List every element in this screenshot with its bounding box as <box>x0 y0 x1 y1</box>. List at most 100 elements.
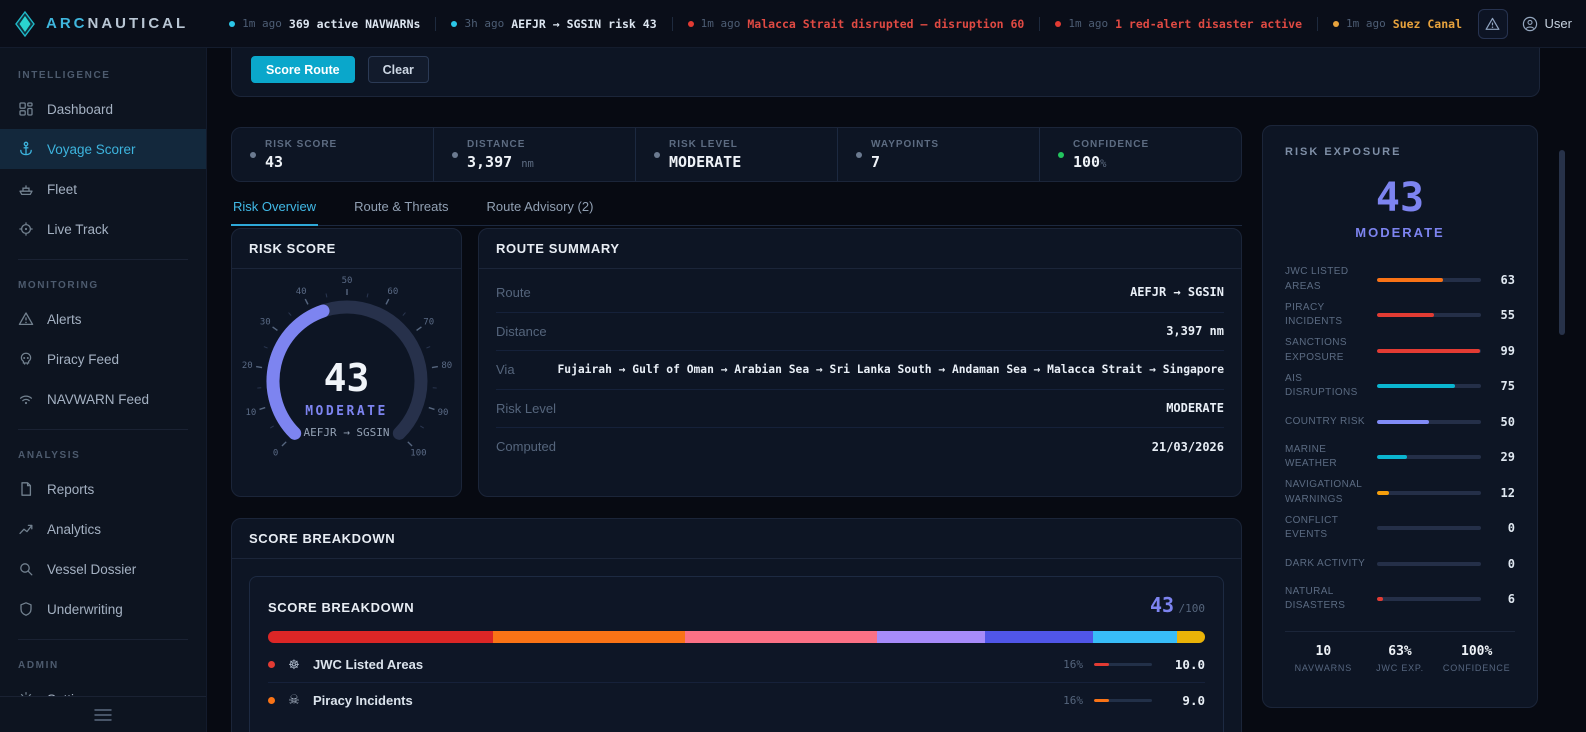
factor-row-disasters: NATURAL DISASTERS 6 <box>1285 582 1515 618</box>
sidebar-item-settings[interactable]: Settings <box>0 679 206 696</box>
row-value: Fujairah → Gulf of Oman → Arabian Sea → … <box>557 363 1224 377</box>
sidebar-item-label: Vessel Dossier <box>47 561 137 577</box>
section-label-admin: ADMIN <box>18 660 59 671</box>
sidebar-item-live-track[interactable]: Live Track <box>0 209 206 249</box>
warning-triangle-icon <box>1485 17 1500 30</box>
sidebar-item-label: Analytics <box>47 521 102 537</box>
logo-gem-icon <box>15 10 35 37</box>
ticker-timestamp: 3h ago <box>464 17 505 30</box>
factor-value: 75 <box>1500 379 1515 394</box>
ticker-item-malacca[interactable]: 1m ago Malacca Strait disrupted — disrup… <box>671 16 1040 31</box>
ticker-item-suez[interactable]: 1m ago Suez Canal elevated — 9/10 <box>1317 16 1468 31</box>
metric-dot <box>250 151 256 158</box>
sidebar-item-navwarn-feed[interactable]: NAVWARN Feed <box>0 379 206 419</box>
factor-value: 0 <box>1507 556 1515 571</box>
metric-label: RISK LEVEL <box>669 138 738 150</box>
summary-row-distance: Distance 3,397 nm <box>496 311 1224 351</box>
svg-text:40: 40 <box>295 287 306 297</box>
tab-route-threats[interactable]: Route & Threats <box>352 195 450 225</box>
exposure-factors: JWC LISTED AREAS 63 PIRACY INCIDENTS 55 … <box>1285 262 1515 617</box>
panel-title: RISK SCORE <box>249 241 336 256</box>
clear-button[interactable]: Clear <box>367 56 429 83</box>
svg-text:30: 30 <box>259 318 270 328</box>
sidebar-divider <box>18 639 188 640</box>
factor-label: SANCTIONS EXPOSURE <box>1285 337 1347 363</box>
sidebar-item-fleet[interactable]: Fleet <box>0 169 206 209</box>
factor-row-piracy: PIRACY INCIDENTS 55 <box>1285 298 1515 334</box>
sidebar-item-underwriting[interactable]: Underwriting <box>0 589 206 629</box>
metric-value: 100% <box>1073 152 1107 171</box>
status-dot <box>1333 20 1340 27</box>
ticker-item-disaster[interactable]: 1m ago 1 red-alert disaster active <box>1039 16 1317 31</box>
factor-value: 63 <box>1500 272 1515 287</box>
ticker-timestamp: 1m ago <box>242 17 282 30</box>
skull-icon: ☠ <box>288 692 300 707</box>
metrics-strip: RISK SCORE 43 DISTANCE 3,397 nm RISK LEV… <box>231 127 1242 182</box>
score-route-button[interactable]: Score Route <box>251 56 355 83</box>
summary-row-computed: Computed 21/03/2026 <box>496 427 1224 466</box>
sidebar-item-label: Live Track <box>47 221 109 237</box>
factor-row-weather: MARINE WEATHER 29 <box>1285 440 1515 476</box>
sidebar-item-alerts[interactable]: Alerts <box>0 299 206 339</box>
row-label: Route <box>496 284 531 300</box>
panel-header: ROUTE SUMMARY <box>479 229 1241 269</box>
metric-value: 7 <box>871 152 881 171</box>
stat-confidence: 100% CONFIDENCE <box>1442 644 1511 673</box>
metric-label: RISK SCORE <box>265 138 338 150</box>
factor-bar <box>1377 490 1481 495</box>
row-value: 3,397 nm <box>1166 324 1224 339</box>
sidebar-item-analytics[interactable]: Analytics <box>0 509 206 549</box>
warning-triangle-icon <box>18 311 34 327</box>
sidebar-divider <box>18 429 188 430</box>
factor-weight: 16% <box>1063 658 1083 671</box>
header-actions: User <box>1477 8 1572 39</box>
factor-label: MARINE WEATHER <box>1285 443 1338 470</box>
shield-icon <box>18 601 34 617</box>
svg-text:60: 60 <box>387 287 398 297</box>
ticker-text: 1 red-alert disaster active <box>1115 16 1303 31</box>
factor-row-navwarnings: NAVIGATIONAL WARNINGS 12 <box>1285 475 1515 511</box>
signal-icon <box>18 391 34 407</box>
sidebar-item-vessel-dossier[interactable]: Vessel Dossier <box>0 549 206 589</box>
row-label: Computed <box>496 439 556 455</box>
factor-bar <box>1377 526 1481 531</box>
tab-risk-overview[interactable]: Risk Overview <box>231 195 319 226</box>
route-summary-panel: ROUTE SUMMARY Route AEFJR → SGSIN Distan… <box>478 228 1242 497</box>
alerts-button[interactable] <box>1477 8 1508 39</box>
row-label: Risk Level <box>496 400 556 416</box>
status-dot <box>229 20 236 27</box>
ticker-text: Malacca Strait disrupted — disruption 60 <box>747 16 1025 31</box>
metric-risk-score: RISK SCORE 43 <box>232 128 433 181</box>
sidebar-item-voyage-scorer[interactable]: Voyage Scorer <box>0 129 206 169</box>
user-menu[interactable]: User <box>1522 16 1572 32</box>
sidebar-item-reports[interactable]: Reports <box>0 469 206 509</box>
factor-row-ais: AIS DISRUPTIONS 75 <box>1285 369 1515 405</box>
sidebar-item-label: Reports <box>47 481 95 497</box>
row-value: AEFJR → SGSIN <box>1130 285 1224 300</box>
factor-bar <box>1377 348 1481 353</box>
ticker-item-navwarns[interactable]: 1m ago 369 active NAVWARNs <box>214 17 435 31</box>
anchor-icon <box>18 141 34 157</box>
gauge-route-label: AEFJR → SGSIN <box>303 426 390 439</box>
ticker-item-route-risk[interactable]: 3h ago AEFJR → SGSIN risk 43 <box>435 16 671 31</box>
app-window: ARCNAUTICAL 1m ago 369 active NAVWARNs 3… <box>0 0 1586 732</box>
ticker-timestamp: 1m ago <box>1346 17 1386 30</box>
tab-route-advisory[interactable]: Route Advisory (2) <box>485 195 596 225</box>
panel-title: ROUTE SUMMARY <box>496 241 620 256</box>
scrollbar-thumb[interactable] <box>1559 150 1565 335</box>
status-dot <box>687 20 694 27</box>
helm-icon: ☸ <box>288 656 300 672</box>
sidebar-item-label: Fleet <box>47 181 78 197</box>
sidebar-item-piracy-feed[interactable]: Piracy Feed <box>0 339 206 379</box>
factor-mini-bar <box>1094 698 1152 702</box>
factor-bar <box>1377 277 1481 282</box>
sidebar-collapse-button[interactable] <box>0 696 206 732</box>
factor-name: JWC Listed Areas <box>313 657 424 672</box>
breakdown-score: 43 /100 <box>1149 593 1205 617</box>
factor-bar <box>1377 597 1481 602</box>
panel-title: SCORE BREAKDOWN <box>249 531 396 546</box>
sidebar-item-dashboard[interactable]: Dashboard <box>0 89 206 129</box>
factor-value: 6 <box>1507 592 1515 607</box>
row-label: Distance <box>496 323 547 339</box>
panel-header: SCORE BREAKDOWN <box>232 519 1241 559</box>
